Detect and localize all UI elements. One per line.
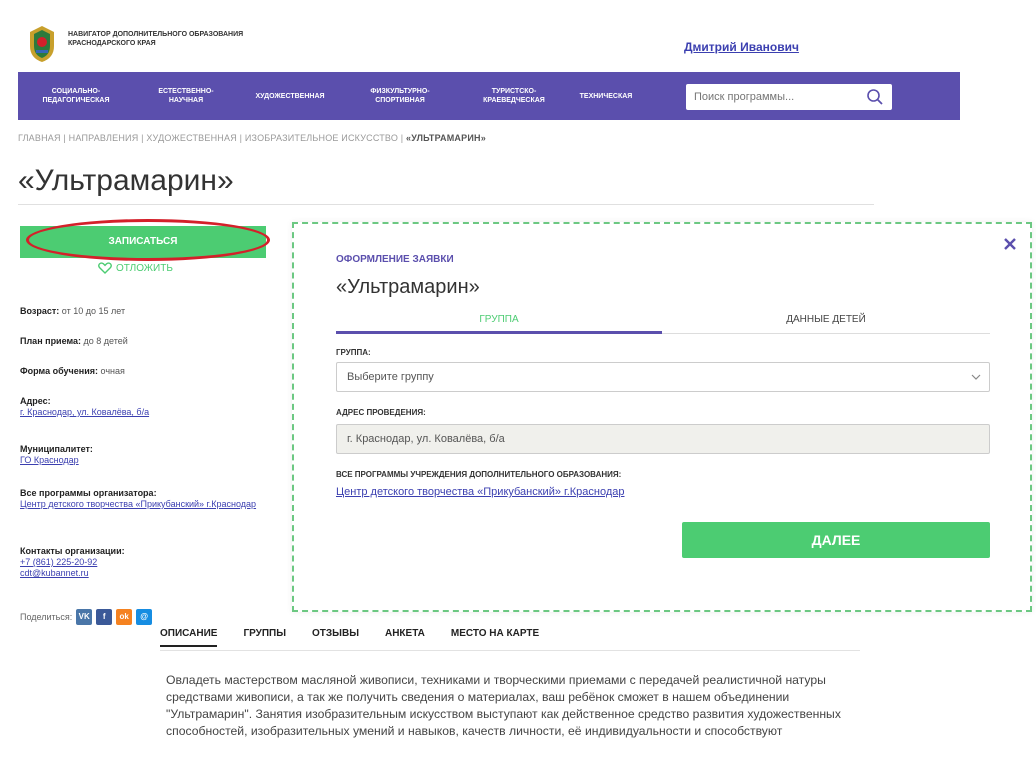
chevron-down-icon [971, 374, 981, 380]
form-label: Форма обучения: [20, 366, 98, 376]
address-value[interactable]: г. Краснодар, ул. Ковалёва, б/а [20, 407, 149, 417]
municipality-link[interactable]: ГО Краснодар [20, 455, 79, 465]
nav-item-natural-science[interactable]: ЕСТЕСТВЕННО-НАУЧНАЯ [134, 87, 238, 105]
tab-groups[interactable]: ГРУППЫ [243, 628, 286, 647]
program-description: Овладеть мастерством масляной живописи, … [166, 673, 841, 738]
age-label: Возраст: [20, 306, 60, 316]
breadcrumb: ГЛАВНАЯ | НАПРАВЛЕНИЯ | ХУДОЖЕСТВЕННАЯ |… [18, 133, 486, 143]
postpone-button[interactable]: ОТЛОЖИТЬ [98, 262, 173, 274]
age-info: Возраст: от 10 до 15 лет [20, 306, 270, 317]
page-title: «Ультрамарин» [18, 164, 234, 197]
breadcrumb-home[interactable]: ГЛАВНАЯ [18, 133, 61, 143]
odnoklassniki-share-icon[interactable]: ok [116, 609, 133, 625]
address-label: Адрес: [20, 396, 51, 406]
postpone-label: ОТЛОЖИТЬ [116, 262, 173, 274]
email-link[interactable]: cdt@kubannet.ru [20, 568, 89, 578]
organizer-link[interactable]: Центр детского творчества «Прикубанский»… [20, 499, 256, 509]
search-icon[interactable] [866, 88, 884, 106]
category-nav: СОЦИАЛЬНО-ПЕДАГОГИЧЕСКАЯ ЕСТЕСТВЕННО-НАУ… [18, 72, 960, 120]
breadcrumb-artistic[interactable]: ХУДОЖЕСТВЕННАЯ [146, 133, 237, 143]
breadcrumb-separator: | [400, 133, 404, 143]
modal-title: «Ультрамарин» [336, 276, 480, 298]
search-box [686, 84, 892, 110]
breadcrumb-separator: | [141, 133, 144, 143]
plan-info: План приема: до 8 детей [20, 336, 270, 347]
group-select-value: Выберите группу [347, 371, 434, 383]
venue-address-label: АДРЕС ПРОВЕДЕНИЯ: [336, 408, 426, 417]
site-header: НАВИГАТОР ДОПОЛНИТЕЛЬНОГО ОБРАЗОВАНИЯ КР… [0, 0, 960, 70]
tab-questionnaire[interactable]: АНКЕТА [385, 628, 425, 647]
form-info: Форма обучения: очная [20, 366, 270, 377]
user-name-link[interactable]: Дмитрий Иванович [684, 40, 799, 54]
nav-item-artistic[interactable]: ХУДОЖЕСТВЕННАЯ [238, 92, 342, 101]
tab-children-data[interactable]: ДАННЫЕ ДЕТЕЙ [662, 314, 990, 325]
plan-value: до 8 детей [83, 336, 128, 346]
logo-text: НАВИГАТОР ДОПОЛНИТЕЛЬНОГО ОБРАЗОВАНИЯ КР… [68, 31, 244, 47]
address-info: Адрес: г. Краснодар, ул. Ковалёва, б/а [20, 396, 270, 418]
breadcrumb-fine-art[interactable]: ИЗОБРАЗИТЕЛЬНОЕ ИСКУССТВО [245, 133, 398, 143]
content-tabs: ОПИСАНИЕ ГРУППЫ ОТЗЫВЫ АНКЕТА МЕСТО НА К… [160, 628, 539, 647]
share-label: Поделиться: [20, 612, 73, 622]
all-programs-label: ВСЕ ПРОГРАММЫ УЧРЕЖДЕНИЯ ДОПОЛНИТЕЛЬНОГО… [336, 470, 622, 479]
plan-label: План приема: [20, 336, 82, 346]
tab-reviews[interactable]: ОТЗЫВЫ [312, 628, 359, 647]
tab-map[interactable]: МЕСТО НА КАРТЕ [451, 628, 539, 647]
breadcrumb-current: «УЛЬТРАМАРИН» [405, 133, 486, 143]
modal-subtitle: ОФОРМЛЕНИЕ ЗАЯВКИ [336, 254, 454, 265]
highlight-oval [26, 219, 270, 261]
close-icon[interactable] [1004, 238, 1016, 250]
mail-share-icon[interactable]: @ [136, 609, 153, 625]
breadcrumb-separator: | [239, 133, 243, 143]
municipality-info: Муниципалитет: ГО Краснодар [20, 444, 270, 466]
phone-link[interactable]: +7 (861) 225-20-92 [20, 557, 97, 567]
nav-item-social-pedagogical[interactable]: СОЦИАЛЬНО-ПЕДАГОГИЧЕСКАЯ [18, 87, 134, 105]
facebook-share-icon[interactable]: f [96, 609, 113, 625]
title-divider [18, 204, 874, 205]
nav-item-tourism[interactable]: ТУРИСТСКО-КРАЕВЕДЧЕСКАЯ [458, 87, 570, 105]
vk-share-icon[interactable]: VK [76, 609, 93, 625]
application-modal: ОФОРМЛЕНИЕ ЗАЯВКИ «Ультрамарин» ГРУППА Д… [292, 222, 1032, 612]
group-select[interactable]: Выберите группу [336, 362, 990, 392]
next-button[interactable]: ДАЛЕЕ [682, 522, 990, 558]
tabs-divider [160, 650, 860, 651]
programs-label: Все программы организатора: [20, 488, 157, 498]
form-value: очная [100, 366, 125, 376]
search-input[interactable] [686, 85, 856, 109]
breadcrumb-directions[interactable]: НАПРАВЛЕНИЯ [69, 133, 139, 143]
heart-icon [98, 262, 112, 274]
tab-description[interactable]: ОПИСАНИЕ [160, 628, 218, 647]
tab-group[interactable]: ГРУППА [336, 314, 662, 334]
nav-item-technical[interactable]: ТЕХНИЧЕСКАЯ [570, 92, 642, 101]
modal-tabs: ГРУППА ДАННЫЕ ДЕТЕЙ [336, 310, 990, 334]
institution-link[interactable]: Центр детского творчества «Прикубанский»… [336, 486, 625, 498]
nav-item-sports[interactable]: ФИЗКУЛЬТУРНО-СПОРТИВНАЯ [342, 87, 458, 105]
contacts-label: Контакты организации: [20, 546, 125, 556]
group-label: ГРУППА: [336, 348, 371, 357]
programs-info: Все программы организатора: Центр детско… [20, 488, 270, 510]
contacts-info: Контакты организации: +7 (861) 225-20-92… [20, 546, 270, 579]
venue-address-field: г. Краснодар, ул. Ковалёва, б/а [336, 424, 990, 454]
breadcrumb-separator: | [63, 133, 66, 143]
age-value: от 10 до 15 лет [61, 306, 126, 316]
krai-emblem-logo[interactable] [24, 24, 60, 64]
municipality-label: Муниципалитет: [20, 444, 93, 454]
share-bar: Поделиться: VK f ok @ [20, 609, 153, 625]
